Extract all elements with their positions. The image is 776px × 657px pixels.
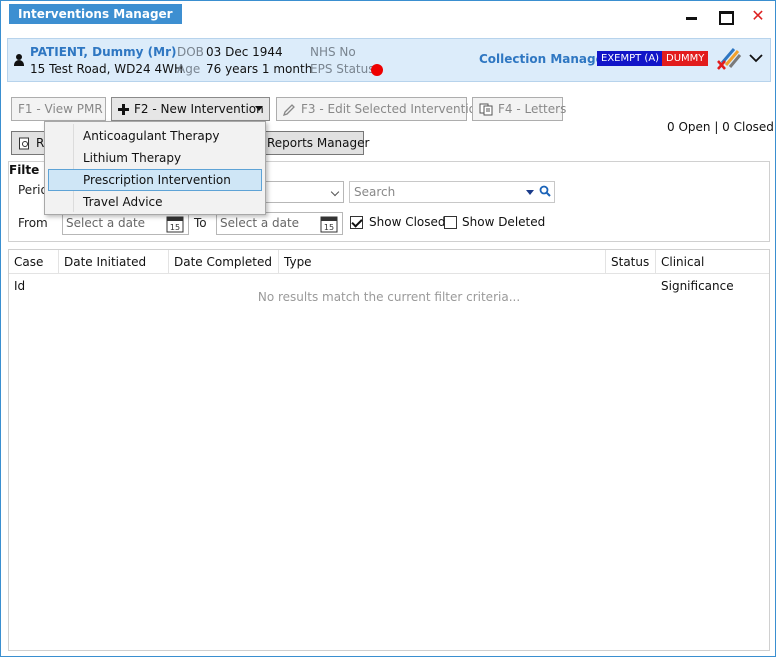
maximize-icon[interactable] <box>716 7 734 25</box>
dummy-badge: DUMMY <box>662 51 709 66</box>
patient-name[interactable]: PATIENT, Dummy (Mr) <box>30 45 177 59</box>
reports-manager-label: Reports Manager <box>267 136 370 150</box>
column-header[interactable]: Date Completed <box>169 250 279 274</box>
eps-label: EPS Status <box>310 62 375 76</box>
to-date-placeholder: Select a date <box>220 216 300 230</box>
letters-button[interactable]: F4 - Letters <box>472 97 567 121</box>
letters-label: F4 - Letters <box>498 102 567 116</box>
person-icon <box>14 54 24 66</box>
column-header[interactable]: Date Initiated <box>59 250 169 274</box>
interventions-window: Interventions Manager ✕ PATIENT, Dummy (… <box>0 0 776 657</box>
from-date-placeholder: Select a date <box>66 216 146 230</box>
search-icon[interactable] <box>539 185 551 197</box>
search-input[interactable]: Search <box>349 181 555 203</box>
calendar-day: 15 <box>324 223 334 232</box>
edit-intervention-button[interactable]: F3 - Edit Selected Intervention <box>276 97 484 121</box>
open-closed-counts: 0 Open | 0 Closed <box>667 120 774 134</box>
collection-manager-link[interactable]: Collection Manager <box>479 52 610 66</box>
view-pmr-button[interactable]: F1 - View PMR <box>11 97 106 121</box>
dob-value: 03 Dec 1944 <box>206 45 283 59</box>
title-bar: Interventions Manager ✕ <box>1 1 775 31</box>
search-placeholder: Search <box>354 185 396 199</box>
new-intervention-button[interactable]: F2 - New Intervention <box>111 97 270 121</box>
calendar-day: 15 <box>170 223 180 232</box>
close-icon[interactable]: ✕ <box>749 7 767 25</box>
plus-icon <box>118 104 129 115</box>
minimize-icon[interactable] <box>683 7 701 25</box>
empty-message: No results match the current filter crit… <box>257 290 521 304</box>
nhs-label: NHS No <box>310 45 356 59</box>
exempt-badge: EXEMPT (A) <box>597 51 664 66</box>
chevron-down-icon[interactable] <box>748 52 764 64</box>
calendar-icon[interactable]: 15 <box>166 215 184 233</box>
to-date-input[interactable]: Select a date 15 <box>216 212 343 235</box>
letters-icon <box>479 103 493 116</box>
column-header[interactable]: Case Id <box>9 250 59 293</box>
eps-status-dot <box>371 64 383 76</box>
window-title: Interventions Manager <box>9 4 182 24</box>
new-intervention-menu: Anticoagulant Therapy Lithium Therapy Pr… <box>44 121 266 215</box>
age-value: 76 years 1 month <box>206 62 313 76</box>
show-closed-checkbox[interactable] <box>350 216 363 229</box>
from-label: From <box>18 216 48 230</box>
age-label: Age <box>177 62 201 76</box>
edit-intervention-label: F3 - Edit Selected Intervention <box>301 102 484 116</box>
column-header[interactable]: Clinical Significance <box>656 250 769 293</box>
report-icon <box>19 137 29 150</box>
patient-address: 15 Test Road, WD24 4WH <box>30 62 183 76</box>
menu-item-travel-advice[interactable]: Travel Advice <box>48 191 262 213</box>
interventions-table: Case Id Date Initiated Date Completed Ty… <box>8 249 770 651</box>
from-date-input[interactable]: Select a date 15 <box>62 212 189 235</box>
calendar-icon[interactable]: 15 <box>320 215 338 233</box>
prescription-tools-icon[interactable] <box>716 45 742 71</box>
to-label: To <box>194 216 207 230</box>
show-deleted-checkbox[interactable] <box>444 216 457 229</box>
pencil-icon <box>283 104 295 116</box>
menu-item-anticoagulant-therapy[interactable]: Anticoagulant Therapy <box>48 125 262 147</box>
chevron-down-icon <box>330 187 340 197</box>
show-deleted-label[interactable]: Show Deleted <box>462 215 545 229</box>
show-closed-label[interactable]: Show Closed <box>369 215 446 229</box>
new-intervention-label: F2 - New Intervention <box>134 102 264 116</box>
column-header[interactable]: Type <box>279 250 606 274</box>
search-dropdown-icon[interactable] <box>526 190 534 195</box>
dob-label: DOB <box>177 45 204 59</box>
table-header: Case Id Date Initiated Date Completed Ty… <box>9 250 769 293</box>
menu-item-lithium-therapy[interactable]: Lithium Therapy <box>48 147 262 169</box>
patient-banner: PATIENT, Dummy (Mr) 15 Test Road, WD24 4… <box>7 38 771 82</box>
filter-title: Filte <box>9 163 40 177</box>
column-header[interactable]: Status <box>606 250 656 274</box>
menu-item-prescription-intervention[interactable]: Prescription Intervention <box>48 169 262 191</box>
caret-down-icon <box>255 106 263 111</box>
period-select[interactable] <box>261 181 344 203</box>
